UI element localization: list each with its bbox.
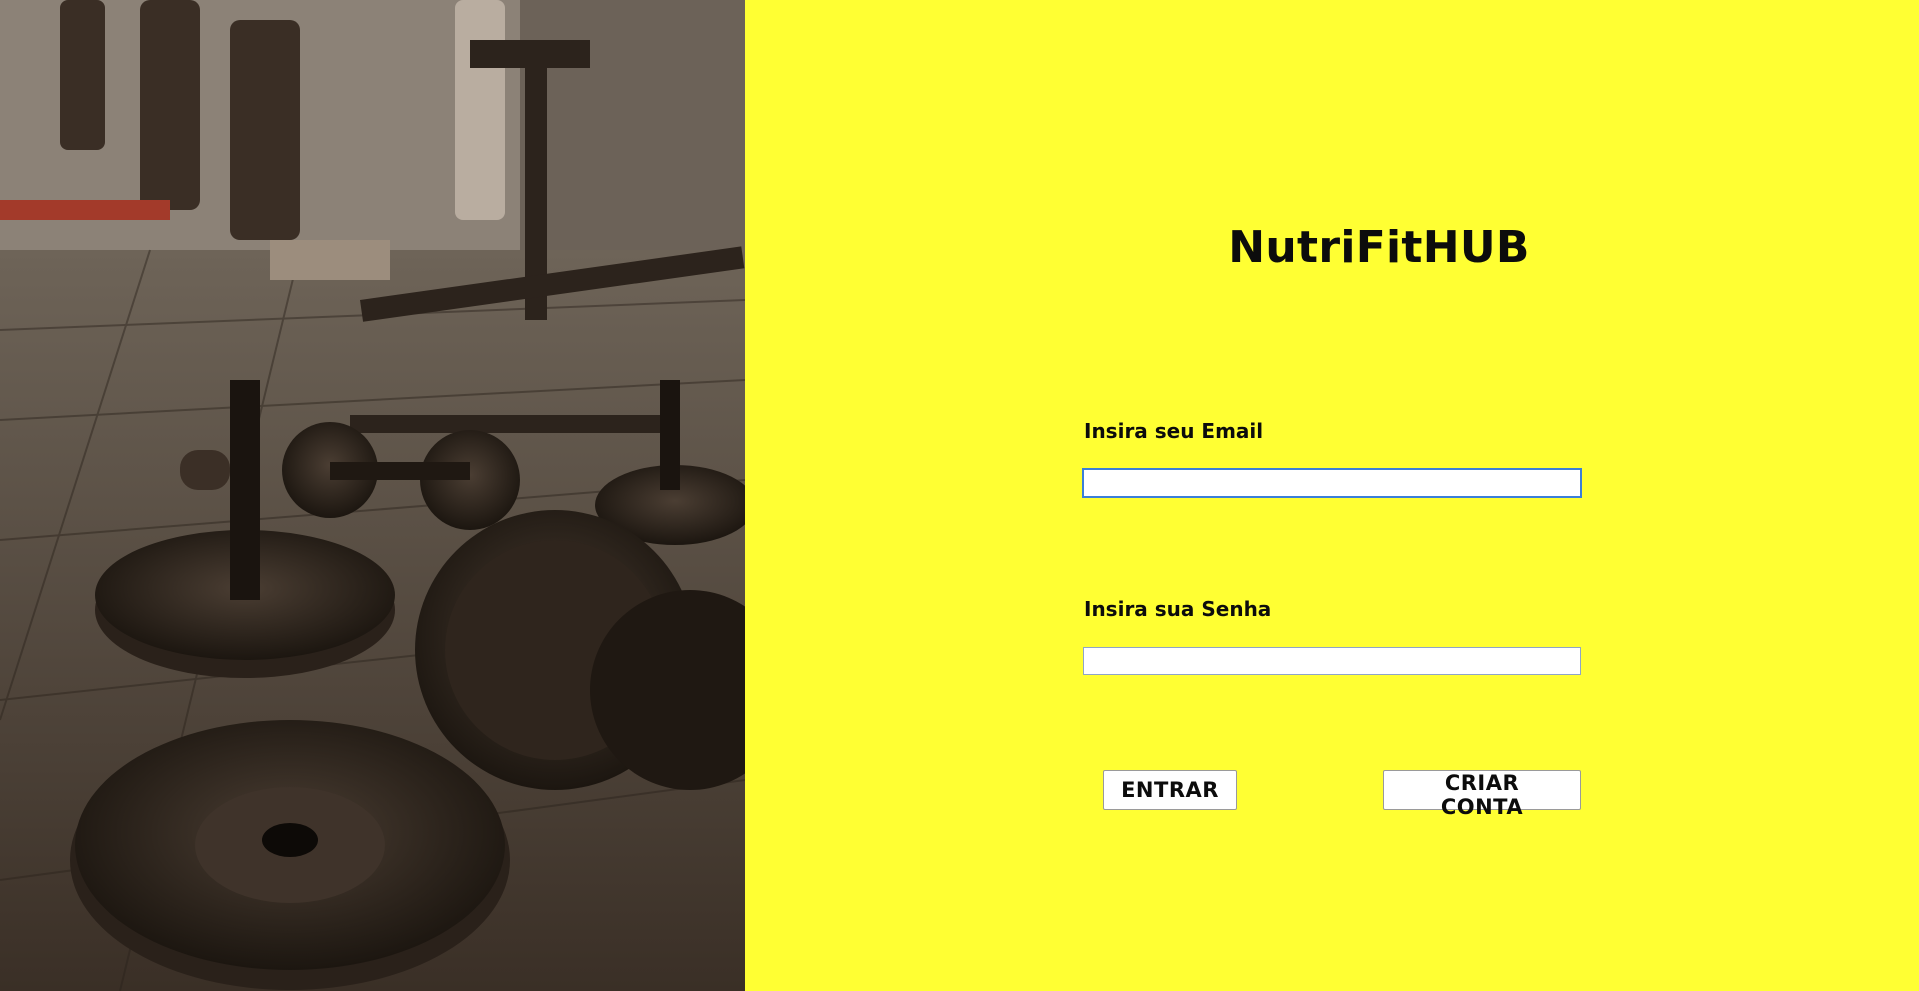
email-label: Insira seu Email [1084, 419, 1264, 443]
email-input[interactable] [1083, 469, 1581, 497]
password-input[interactable] [1083, 647, 1581, 675]
password-label: Insira sua Senha [1084, 597, 1272, 621]
gym-photo [0, 0, 745, 991]
login-page: NutriFitHUB Insira seu Email Insira sua … [0, 0, 1919, 991]
create-account-button[interactable]: CRIAR CONTA [1383, 770, 1581, 819]
login-button[interactable]: ENTRAR [1103, 770, 1237, 810]
gym-weights-illustration [0, 0, 745, 991]
app-title: NutriFitHUB [1228, 222, 1530, 273]
